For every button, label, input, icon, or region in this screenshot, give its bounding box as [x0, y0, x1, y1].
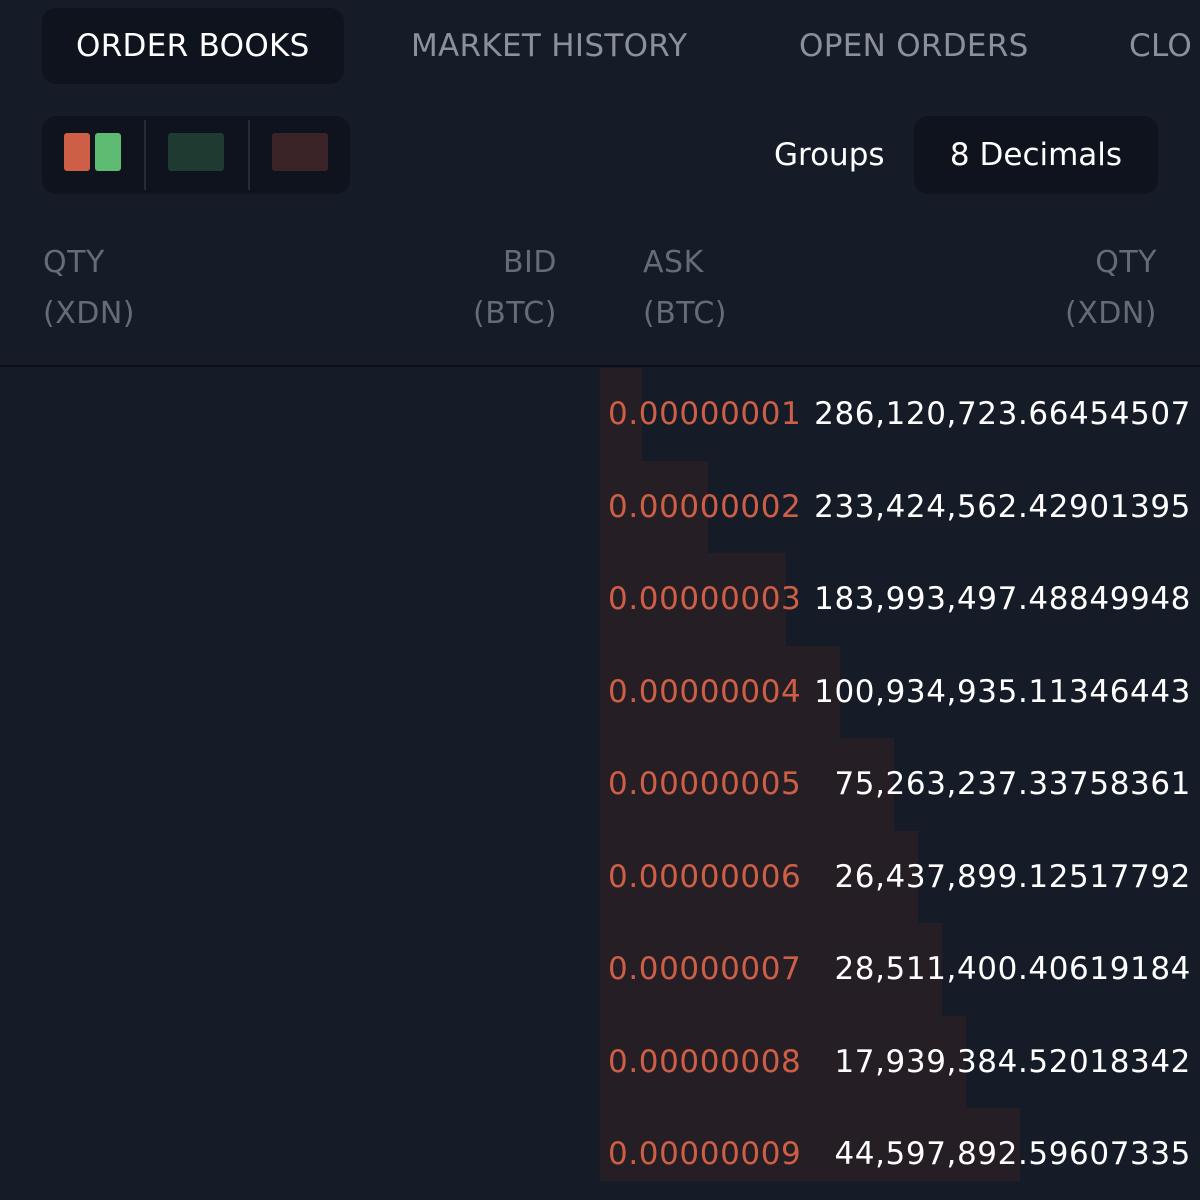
ask-price: 0.00000005: [608, 766, 802, 802]
ask-price-header: ASK (BTC): [643, 237, 727, 339]
ask-qty: 286,120,723.66454507: [814, 396, 1191, 432]
ask-qty: 26,437,899.12517792: [834, 858, 1191, 895]
tab-bar: ORDER BOOKS MARKET HISTORY OPEN ORDERS C…: [0, 0, 1200, 96]
tab-market-history[interactable]: MARKET HISTORY: [411, 8, 687, 84]
ask-qty-header-label: QTY: [1095, 245, 1157, 280]
ask-price: 0.00000001: [608, 396, 802, 432]
tab-order-books[interactable]: ORDER BOOKS: [42, 8, 344, 84]
groups-label: Groups: [774, 137, 885, 173]
tab-closed-orders[interactable]: CLO: [1129, 8, 1192, 84]
ask-price: 0.00000007: [608, 951, 802, 987]
ask-row[interactable]: 0.00000009 44,597,892.59607335: [0, 1108, 1200, 1200]
ask-qty: 17,939,384.52018342: [834, 1043, 1191, 1080]
ask-qty-header-unit: (XDN): [1064, 296, 1157, 331]
ask-qty: 183,993,497.48849948: [814, 581, 1191, 617]
ask-row[interactable]: 0.00000003 183,993,497.48849948: [0, 553, 1200, 645]
bid-qty-header-label: QTY: [43, 245, 105, 280]
bid-price-header-label: BID: [502, 245, 557, 280]
ask-qty: 100,934,935.11346443: [814, 673, 1191, 710]
ask-price: 0.00000009: [608, 1136, 802, 1172]
ask-price: 0.00000008: [608, 1043, 802, 1080]
ask-price-header-label: ASK: [643, 245, 704, 280]
ask-row[interactable]: 0.00000004 100,934,935.11346443: [0, 646, 1200, 738]
ask-qty: 233,424,562.42901395: [814, 488, 1191, 525]
decimals-select[interactable]: 8 Decimals: [914, 116, 1158, 194]
ask-row[interactable]: 0.00000002 233,424,562.42901395: [0, 461, 1200, 553]
ask-price-header-unit: (BTC): [643, 296, 728, 331]
ask-color-swatch-icon: [64, 133, 90, 171]
bid-color-swatch-icon: [95, 133, 121, 171]
ask-price: 0.00000004: [608, 673, 802, 710]
ask-price: 0.00000006: [608, 858, 802, 895]
view-asks-only-button[interactable]: [250, 116, 350, 194]
ask-row[interactable]: 0.00000005 75,263,237.33758361: [0, 738, 1200, 830]
view-both-sides-button[interactable]: [42, 116, 144, 194]
ask-qty: 28,511,400.40619184: [834, 951, 1191, 987]
asks-only-swatch-icon: [272, 133, 328, 171]
tab-open-orders[interactable]: OPEN ORDERS: [799, 8, 1029, 84]
bid-price-header-unit: (BTC): [472, 296, 557, 331]
bid-price-header: BID (BTC): [473, 237, 557, 339]
ask-row[interactable]: 0.00000007 28,511,400.40619184: [0, 923, 1200, 1015]
ask-price: 0.00000003: [608, 581, 802, 617]
bid-qty-header-unit: (XDN): [43, 296, 136, 331]
view-mode-toggle: [42, 116, 350, 194]
view-bids-only-button[interactable]: [146, 116, 248, 194]
header-divider: [0, 365, 1200, 367]
bids-only-swatch-icon: [168, 133, 224, 171]
ask-row[interactable]: 0.00000006 26,437,899.12517792: [0, 831, 1200, 923]
ask-row[interactable]: 0.00000008 17,939,384.52018342: [0, 1016, 1200, 1108]
ask-qty: 75,263,237.33758361: [834, 766, 1191, 802]
bid-qty-header: QTY (XDN): [43, 237, 135, 339]
ask-price: 0.00000002: [608, 488, 802, 525]
ask-qty: 44,597,892.59607335: [834, 1136, 1191, 1172]
ask-row[interactable]: 0.00000001 286,120,723.66454507: [0, 368, 1200, 460]
ask-qty-header: QTY (XDN): [1065, 237, 1157, 339]
